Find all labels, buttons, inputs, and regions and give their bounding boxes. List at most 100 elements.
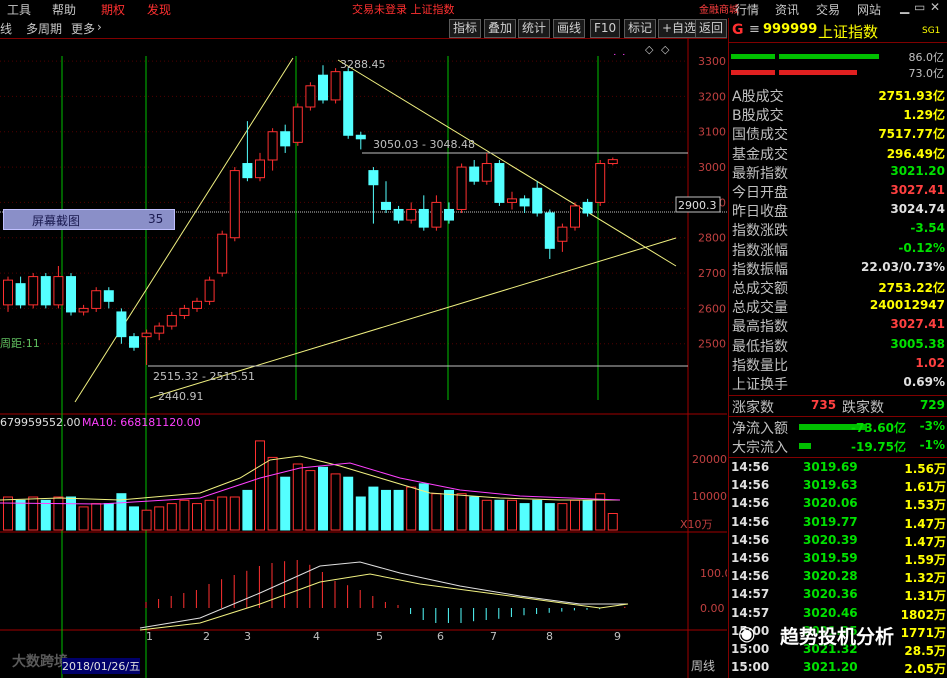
menu-website[interactable]: 网站 [857, 1, 881, 18]
summary-label: 指数振幅 [732, 261, 788, 278]
minimize-icon[interactable]: ▁ [900, 0, 909, 14]
x-label: 7 [490, 630, 497, 643]
menu-tools[interactable]: 工具 [7, 1, 31, 18]
summary-row: 总成交量 240012947 [729, 297, 947, 316]
menu-trade[interactable]: 交易 [816, 1, 840, 18]
summary-value: 3021.20 [890, 163, 945, 178]
tick-volume: 1771万 [900, 625, 946, 640]
price-tick: 3100 [698, 126, 726, 139]
macd-tick-100: 100.0 [700, 567, 727, 580]
menu-quote[interactable]: 行情 [735, 1, 759, 18]
volume-tick-20000: 20000 [692, 453, 727, 466]
volume-bar [570, 499, 580, 531]
kline-chart[interactable]: 330032003100300029002800270026002500 290… [0, 38, 727, 678]
summary-value: 7517.77亿 [878, 127, 945, 142]
candle-body [267, 131, 278, 161]
add-watch-button[interactable]: +自选 [658, 19, 701, 38]
chart-toolbar: 线 多周期 更多 › 指标 叠加 统计 画线 F10 标记 +自选 返回 [0, 18, 727, 39]
low-annotation-1: 2515.32 - 2515.51 [153, 370, 255, 383]
diamond-icon[interactable]: ◇ [645, 43, 654, 56]
uptrend-line[interactable] [74, 57, 294, 403]
tick-row: 14:56 3019.77 1.47万 [729, 515, 947, 533]
menu-info[interactable]: 资讯 [775, 1, 799, 18]
flow-value: -19.75亿 [851, 440, 906, 454]
stock-prefix: G [732, 22, 744, 38]
f10-button[interactable]: F10 [590, 19, 621, 38]
volume-bar [28, 496, 39, 531]
stats-button[interactable]: 统计 [518, 19, 551, 38]
tick-volume: 28.5万 [904, 644, 946, 658]
tick-volume: 1.59万 [904, 553, 946, 567]
flow-row: 净流入额 -73.60亿 -3% [729, 418, 947, 437]
screenshot-label: 屏幕截图 [32, 214, 81, 228]
menu-futures[interactable]: 期权 [101, 1, 125, 18]
draw-button[interactable]: 画线 [553, 19, 586, 38]
candle-body [179, 307, 190, 316]
price-tick: 2600 [698, 302, 726, 315]
tick-price: 3020.28 [803, 569, 858, 584]
candle-body [305, 85, 316, 108]
flow-pct: -1% [919, 438, 945, 452]
inflow-bar [779, 54, 879, 59]
top-menu-bar: 工具 帮助 期权 发现 交易未登录 上证指数 金融商城 行情 资讯 交易 网站 … [0, 0, 947, 18]
candle-body [368, 170, 379, 186]
back-button[interactable]: 返回 [695, 19, 727, 38]
more-tab[interactable]: 更多 [71, 20, 95, 37]
tick-row: 14:56 3020.28 1.32万 [729, 569, 947, 587]
left-annotation: 周距:11 [0, 337, 40, 350]
volume-bar [393, 489, 404, 531]
summary-label: 指数涨幅 [732, 242, 788, 259]
candle-body [544, 212, 555, 249]
tick-price: 3020.36 [803, 587, 858, 602]
summary-row: 指数涨跌 -3.54 [729, 220, 947, 239]
outflow-bar [779, 70, 857, 75]
screenshot-popup[interactable]: 屏幕截图 35 [3, 209, 175, 230]
wechat-icon: ◉ [738, 621, 756, 645]
summary-label: 指数涨跌 [732, 223, 788, 240]
volume-bar [305, 470, 316, 531]
period-label[interactable]: 周线 [691, 659, 715, 673]
summary-row: A股成交 2751.93亿 [729, 86, 947, 105]
menu-publish[interactable]: 发现 [147, 1, 171, 18]
candle-body [53, 276, 64, 306]
diamond-icon[interactable]: ◇ [661, 43, 670, 56]
candle-body [217, 233, 228, 274]
volume-bar [154, 506, 165, 531]
volume-bar [129, 506, 139, 531]
kline-tab[interactable]: 线 [0, 20, 12, 37]
low-annotation-2: 2440.91 [158, 390, 204, 403]
menu-help[interactable]: 帮助 [52, 1, 76, 18]
candle-body [582, 201, 593, 214]
tick-price: 3019.69 [803, 460, 858, 474]
candle-body [40, 276, 51, 306]
time-cycle-lines [61, 56, 599, 678]
candle-body [103, 290, 114, 302]
candle-body [570, 205, 580, 228]
summary-row: 指数振幅 22.03/0.73% [729, 259, 947, 278]
volume-bar [481, 499, 492, 531]
summary-value: 3027.41 [890, 317, 945, 332]
menu-icon[interactable]: ≡ [749, 22, 760, 37]
indicator-button[interactable]: 指标 [449, 19, 482, 38]
volume-bar [229, 496, 240, 531]
overlay-button[interactable]: 叠加 [484, 19, 517, 38]
mark-button[interactable]: 标记 [624, 19, 657, 38]
volume-bar [607, 513, 618, 531]
tick-time: 14:56 [731, 514, 770, 529]
maximize-icon[interactable]: ▭ [914, 0, 925, 14]
tick-price: 3020.46 [803, 605, 858, 620]
summary-value: -0.12% [898, 240, 945, 255]
resistance-line[interactable] [337, 59, 677, 267]
trend-lines[interactable] [0, 57, 727, 403]
volume-bar [519, 503, 530, 531]
x-label: 4 [313, 630, 320, 643]
candle-body [192, 300, 202, 309]
ma10-label: MA10: 668181120.00 [82, 416, 201, 429]
candle-body [318, 74, 328, 101]
bar-value-1: 86.0亿 [908, 51, 945, 64]
multi-period-tab[interactable]: 多周期 [26, 20, 62, 37]
finance-mall[interactable]: 金融商城 [699, 1, 739, 16]
inflow-bar-small [731, 54, 775, 59]
close-icon[interactable]: ✕ [930, 0, 940, 14]
candle-body [494, 163, 505, 203]
